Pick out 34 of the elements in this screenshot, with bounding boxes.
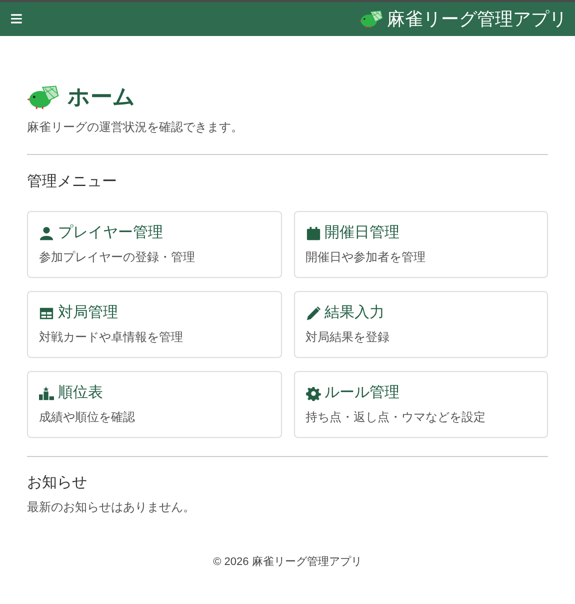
page-subtitle: 麻雀リーグの運営状況を確認できます。 (27, 119, 244, 136)
section-heading: お知らせ (27, 472, 88, 493)
footer-text: © 2026 麻雀リーグ管理アプリ (212, 554, 363, 570)
card-description: 成績や順位を確認 (39, 409, 136, 426)
table-icon (39, 306, 54, 321)
calendar-icon (306, 226, 320, 241)
menu-button[interactable]: ≡ (0, 8, 23, 30)
menu-card[interactable]: 開催日管理 開催日や参加者を管理 (294, 210, 548, 278)
card-title: 順位表 (58, 382, 103, 403)
card-description: 対局結果を登録 (306, 329, 390, 346)
page-title: ホーム (67, 84, 136, 110)
gear-icon (306, 386, 320, 401)
pencil-icon (306, 306, 320, 321)
menu-card[interactable]: プレイヤー管理 参加プレイヤーの登録・管理 (27, 210, 282, 278)
card-title: ルール管理 (324, 382, 400, 403)
app-title[interactable]: 麻雀リーグ管理アプリ (387, 6, 567, 32)
bird-icon (27, 85, 60, 110)
card-description: 対戦カードや卓情報を管理 (39, 329, 184, 346)
card-title: 結果入力 (324, 302, 384, 323)
person-icon (39, 226, 54, 241)
card-title: プレイヤー管理 (58, 222, 163, 243)
bird-icon (358, 10, 383, 28)
card-description: 持ち点・返し点・ウマなどを設定 (306, 409, 486, 426)
card-description: 参加プレイヤーの登録・管理 (39, 249, 196, 266)
card-title: 対局管理 (58, 302, 118, 323)
card-title: 開催日管理 (324, 222, 400, 243)
menu-card[interactable]: 結果入力 対局結果を登録 (294, 290, 548, 358)
menu-card[interactable]: 対局管理 対戦カードや卓情報を管理 (27, 290, 282, 358)
section-heading: 管理メニュー (27, 172, 118, 192)
podium-icon (39, 386, 54, 401)
menu-card[interactable]: 順位表 成績や順位を確認 (27, 370, 282, 438)
notice-text: 最新のお知らせはありません。 (27, 499, 196, 516)
card-description: 開催日や参加者を管理 (306, 249, 426, 266)
menu-card[interactable]: ルール管理 持ち点・返し点・ウマなどを設定 (294, 370, 548, 438)
